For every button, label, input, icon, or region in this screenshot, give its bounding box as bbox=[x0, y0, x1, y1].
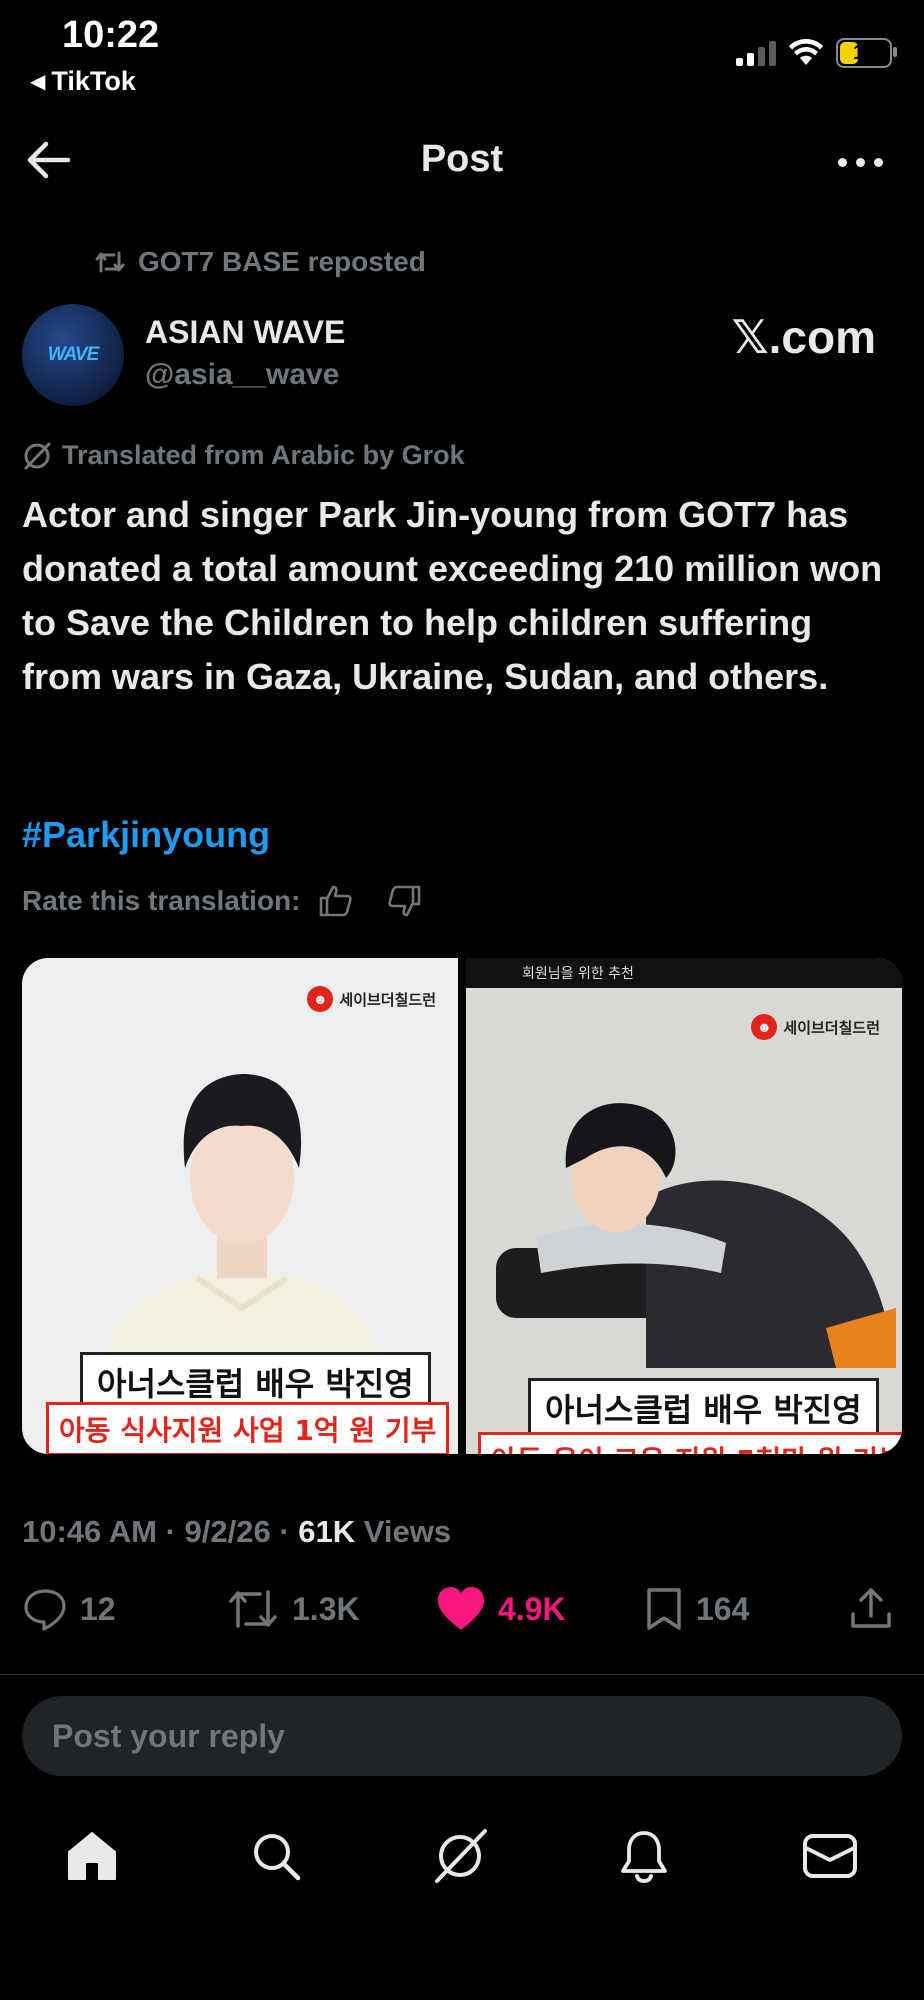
post-date: 9/2/26 bbox=[184, 1514, 271, 1549]
status-time: 10:22 bbox=[62, 14, 160, 56]
post-time: 10:46 AM bbox=[22, 1514, 157, 1549]
image2-caption-red: 아동 은이 그은 지원 5천만 원 기부 bbox=[478, 1432, 902, 1454]
divider bbox=[0, 1674, 924, 1675]
bookmark-count: 164 bbox=[696, 1590, 750, 1627]
image2-caption-white: 아너스클럽 배우 박진영 bbox=[528, 1378, 879, 1438]
save-the-children-logo-2: ☻ 세이브더칠드런 bbox=[751, 1014, 880, 1040]
repost-icon bbox=[229, 1590, 277, 1628]
tab-search[interactable] bbox=[246, 1826, 306, 1886]
hashtag-link[interactable]: #Parkjinyoung bbox=[22, 814, 270, 856]
tab-notifications[interactable] bbox=[614, 1826, 674, 1886]
views-count: 61K bbox=[298, 1514, 356, 1549]
post-text: Actor and singer Park Jin-young from GOT… bbox=[22, 494, 883, 697]
search-icon bbox=[254, 1834, 301, 1881]
signal-icon bbox=[736, 40, 776, 66]
repost-icon bbox=[95, 251, 125, 273]
repost-indicator[interactable]: GOT7 BASE reposted bbox=[94, 246, 426, 278]
bell-icon bbox=[621, 1831, 667, 1883]
bottom-tab-bar bbox=[0, 1820, 924, 1900]
avatar-logo: WAVE bbox=[47, 344, 100, 365]
repost-count: 1.3K bbox=[292, 1590, 360, 1627]
author-name[interactable]: ASIAN WAVE bbox=[145, 314, 345, 351]
back-triangle-icon: ◀ bbox=[30, 71, 46, 93]
post-image-2[interactable]: 회원님을 위한 추천 ☻ 세이브더칠드런 아너스클럽 배우 박진영 아동 은이 … bbox=[466, 958, 902, 1454]
tab-messages[interactable] bbox=[800, 1826, 860, 1886]
logo-label: 세이브더칠드런 bbox=[339, 991, 436, 1009]
battery-level: 10 bbox=[852, 41, 876, 64]
grok-icon bbox=[24, 442, 51, 469]
tab-home[interactable] bbox=[62, 1826, 122, 1886]
logo-label-2: 세이브더칠드런 bbox=[783, 1019, 880, 1037]
repost-label: GOT7 BASE reposted bbox=[138, 246, 426, 277]
back-app-label: TikTok bbox=[51, 66, 136, 96]
back-to-app-link[interactable]: ◀ TikTok bbox=[30, 66, 136, 97]
bookmark-button[interactable]: 164 bbox=[644, 1586, 749, 1632]
post-meta: 10:46 AM · 9/2/26 · 61K Views bbox=[22, 1514, 452, 1549]
views-label: Views bbox=[363, 1514, 452, 1549]
page-title: Post bbox=[420, 138, 504, 180]
battery-icon: 10 bbox=[836, 38, 897, 68]
person-photo-1 bbox=[97, 1074, 387, 1408]
share-button[interactable] bbox=[848, 1586, 894, 1632]
like-count: 4.9K bbox=[498, 1590, 566, 1627]
thumbs-down-icon[interactable] bbox=[386, 884, 422, 918]
tab-grok[interactable] bbox=[430, 1826, 490, 1886]
post-image-1[interactable]: ☻ 세이브더칠드런 아너스클럽 배우 박진영 아동 식사지원 사업 1억 원 기… bbox=[22, 958, 458, 1454]
avatar[interactable]: WAVE bbox=[22, 304, 124, 406]
reply-button[interactable]: 12 bbox=[22, 1586, 116, 1632]
reply-icon bbox=[24, 1589, 66, 1631]
share-icon bbox=[851, 1588, 891, 1628]
more-options-button[interactable] bbox=[838, 150, 890, 174]
thumbs-up-icon[interactable] bbox=[318, 884, 354, 918]
action-bar: 12 1.3K 4.9K 164 bbox=[22, 1586, 902, 1642]
image1-caption-red: 아동 식사지원 사업 1억 원 기부 bbox=[46, 1402, 450, 1454]
wifi-icon bbox=[789, 39, 823, 65]
image2-top-text: 회원님을 위한 추천 bbox=[522, 966, 634, 982]
home-icon bbox=[68, 1832, 116, 1880]
reply-placeholder: Post your reply bbox=[52, 1717, 285, 1754]
translation-notice: Translated from Arabic by Grok bbox=[22, 440, 465, 471]
media-grid: ☻ 세이브더칠드런 아너스클럽 배우 박진영 아동 식사지원 사업 1억 원 기… bbox=[22, 958, 902, 1454]
author-handle[interactable]: @asia__wave bbox=[145, 358, 339, 392]
rate-translation: Rate this translation: bbox=[22, 884, 422, 918]
child-logo-icon: ☻ bbox=[751, 1014, 778, 1040]
reply-count: 12 bbox=[80, 1590, 116, 1627]
grok-icon bbox=[435, 1829, 487, 1883]
like-button[interactable]: 4.9K bbox=[436, 1586, 566, 1632]
heart-icon bbox=[438, 1587, 484, 1630]
more-dots-icon bbox=[838, 157, 847, 167]
bookmark-icon bbox=[647, 1588, 681, 1630]
x-com-watermark: 𝕏.com bbox=[731, 311, 876, 363]
reply-input[interactable]: Post your reply bbox=[22, 1696, 902, 1776]
mail-icon bbox=[803, 1834, 857, 1878]
rate-label: Rate this translation: bbox=[22, 885, 301, 916]
person-photo-2 bbox=[496, 1103, 896, 1368]
repost-button[interactable]: 1.3K bbox=[226, 1586, 360, 1632]
translation-label: Translated from Arabic by Grok bbox=[62, 440, 465, 470]
image2-top-bar: 회원님을 위한 추천 bbox=[466, 958, 902, 988]
status-icons: 10 bbox=[736, 38, 897, 68]
